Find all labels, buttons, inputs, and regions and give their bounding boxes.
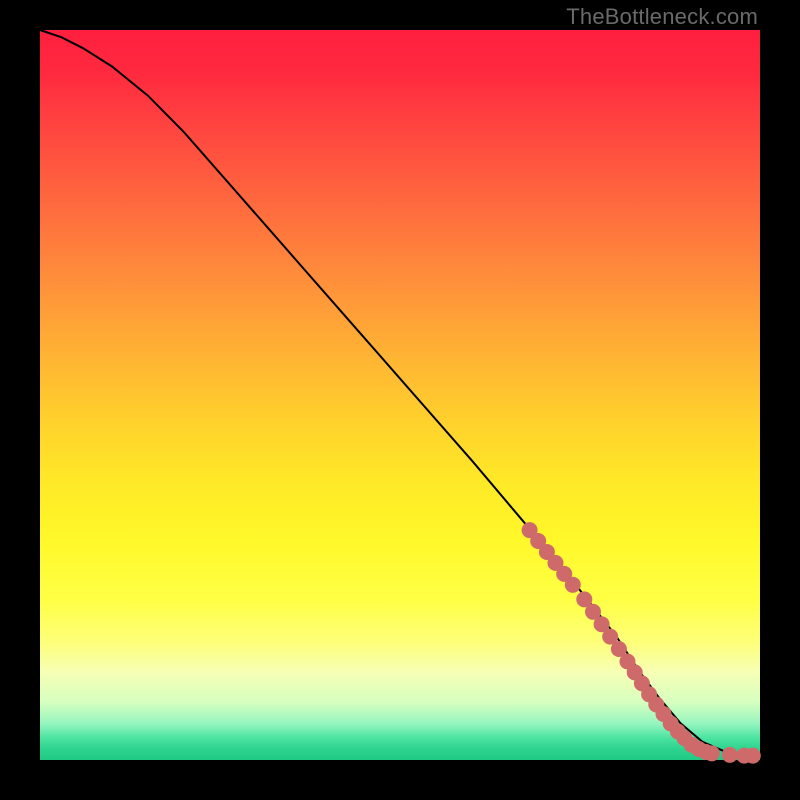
data-marker [704,745,720,761]
data-marker [722,747,738,763]
data-marker [565,577,581,593]
data-marker [745,748,761,764]
chart-frame: TheBottleneck.com [0,0,800,800]
chart-svg [40,30,760,760]
plot-area [40,30,760,760]
marker-layer [522,522,761,764]
bottleneck-curve [40,30,760,756]
watermark-text: TheBottleneck.com [566,4,758,30]
